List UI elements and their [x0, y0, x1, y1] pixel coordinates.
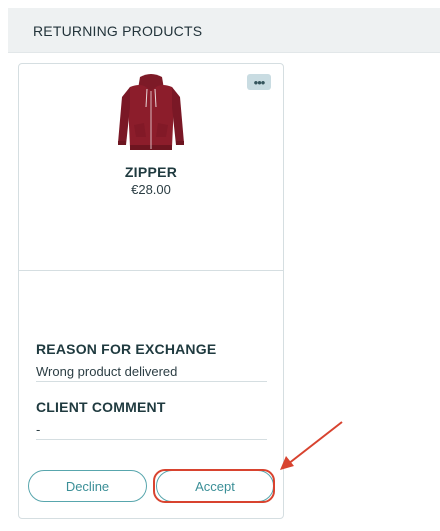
card-divider — [19, 270, 283, 271]
comment-value: - — [36, 422, 41, 437]
more-options-icon: ••• — [253, 74, 266, 90]
reason-underline — [36, 381, 267, 382]
more-options-button[interactable]: ••• — [247, 74, 271, 90]
product-price: €28.00 — [131, 182, 171, 197]
comment-label: CLIENT COMMENT — [36, 399, 166, 415]
reason-label: REASON FOR EXCHANGE — [36, 341, 217, 357]
decline-button[interactable]: Decline — [28, 470, 147, 502]
product-image — [118, 74, 184, 150]
comment-underline — [36, 439, 267, 440]
reason-value: Wrong product delivered — [36, 364, 178, 379]
accept-button[interactable]: Accept — [156, 470, 274, 502]
panel-title: RETURNING PRODUCTS — [33, 23, 203, 39]
product-name: ZIPPER — [124, 164, 178, 180]
